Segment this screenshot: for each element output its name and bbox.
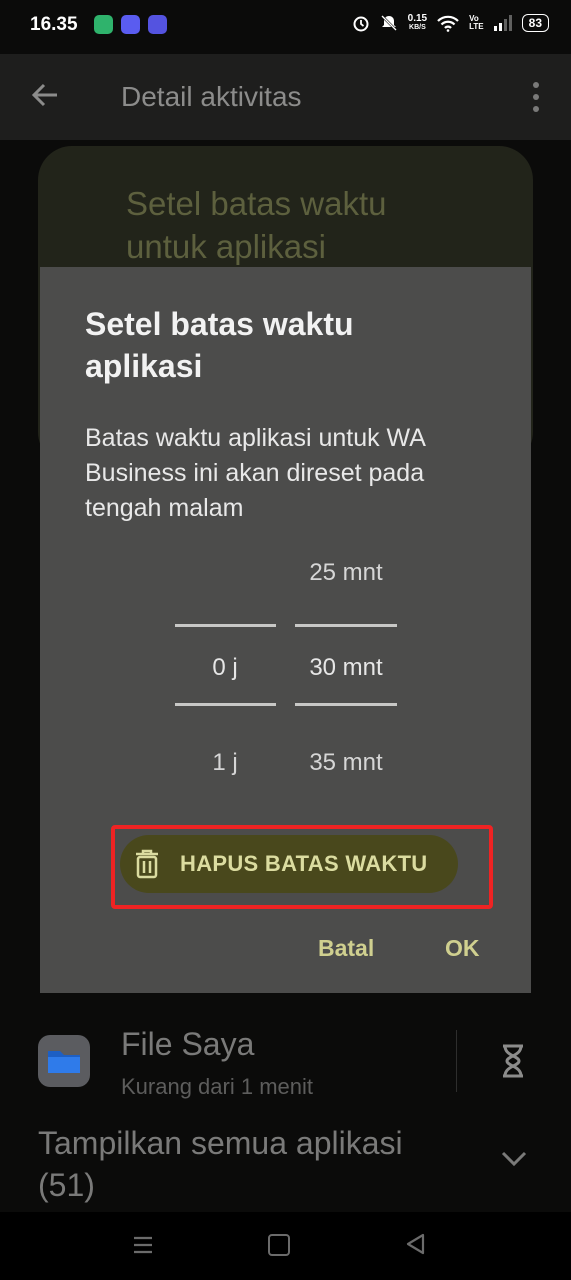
dialog-title: Setel batas waktu aplikasi: [85, 306, 354, 384]
hour-picker-next[interactable]: 1 j: [175, 749, 275, 777]
minute-picker-previous[interactable]: 25 mnt: [295, 559, 397, 587]
net-speed-value: 0.15: [407, 13, 428, 24]
chevron-down-icon[interactable]: [500, 1150, 528, 1168]
status-time: 16.35: [30, 14, 78, 35]
show-all-apps[interactable]: Tampilkan semua aplikasi (51): [38, 1122, 468, 1206]
net-speed-unit: KB/S: [409, 24, 426, 31]
hourglass-icon[interactable]: [500, 1044, 526, 1078]
signal-icon: [493, 15, 512, 31]
app-notification-icon: [121, 15, 140, 34]
mute-icon: [380, 15, 397, 31]
minute-picker-next[interactable]: 35 mnt: [295, 749, 397, 777]
status-app-icons: [94, 15, 167, 34]
app-notification-icon: [94, 15, 113, 34]
alarm-icon: [353, 16, 369, 32]
app-bar: Detail aktivitas: [0, 54, 571, 140]
hour-picker-divider-top: [175, 624, 276, 627]
volte-indicator: Vo LTE: [469, 15, 484, 31]
divider: [456, 1030, 457, 1092]
minute-picker-selected[interactable]: 30 mnt: [295, 654, 397, 682]
dialog-message: Batas waktu aplikasi untuk WA Business i…: [85, 424, 425, 522]
volte-bottom: LTE: [469, 22, 484, 31]
nav-back-icon[interactable]: [404, 1232, 426, 1256]
folder-icon: [38, 1035, 90, 1087]
app-name: File Saya: [121, 1026, 255, 1062]
net-speed: 0.15 KB/S: [408, 14, 427, 32]
highlight-annotation: [111, 825, 493, 909]
app-usage-row[interactable]: File Saya Kurang dari 1 menit: [0, 1020, 571, 1110]
ok-button[interactable]: OK: [445, 935, 480, 962]
hour-picker-divider-bottom: [175, 703, 276, 706]
battery-indicator: 83: [521, 14, 549, 32]
time-limit-dialog: Setel batas waktu aplikasi Batas waktu a…: [40, 267, 531, 993]
sheet-title: Setel batas waktu untuk aplikasi: [126, 185, 387, 265]
recent-apps-icon[interactable]: [132, 1234, 154, 1256]
more-vert-icon[interactable]: [533, 82, 539, 112]
app-notification-icon: [148, 15, 167, 34]
navigation-bar: [0, 1212, 571, 1280]
hour-picker-selected[interactable]: 0 j: [175, 654, 275, 682]
status-indicators: 0.15 KB/S Vo LTE 83: [352, 14, 549, 32]
minute-picker-divider-top: [295, 624, 397, 627]
page-title: Detail aktivitas: [121, 81, 302, 112]
app-usage-text: Kurang dari 1 menit: [121, 1074, 313, 1099]
wifi-icon: [437, 15, 459, 32]
back-arrow-icon[interactable]: [30, 80, 60, 110]
home-icon[interactable]: [268, 1234, 290, 1256]
minute-picker-divider-bottom: [295, 703, 397, 706]
cancel-button[interactable]: Batal: [318, 935, 374, 962]
status-bar: 16.35 0.15 KB/S Vo LTE 83: [0, 0, 571, 54]
